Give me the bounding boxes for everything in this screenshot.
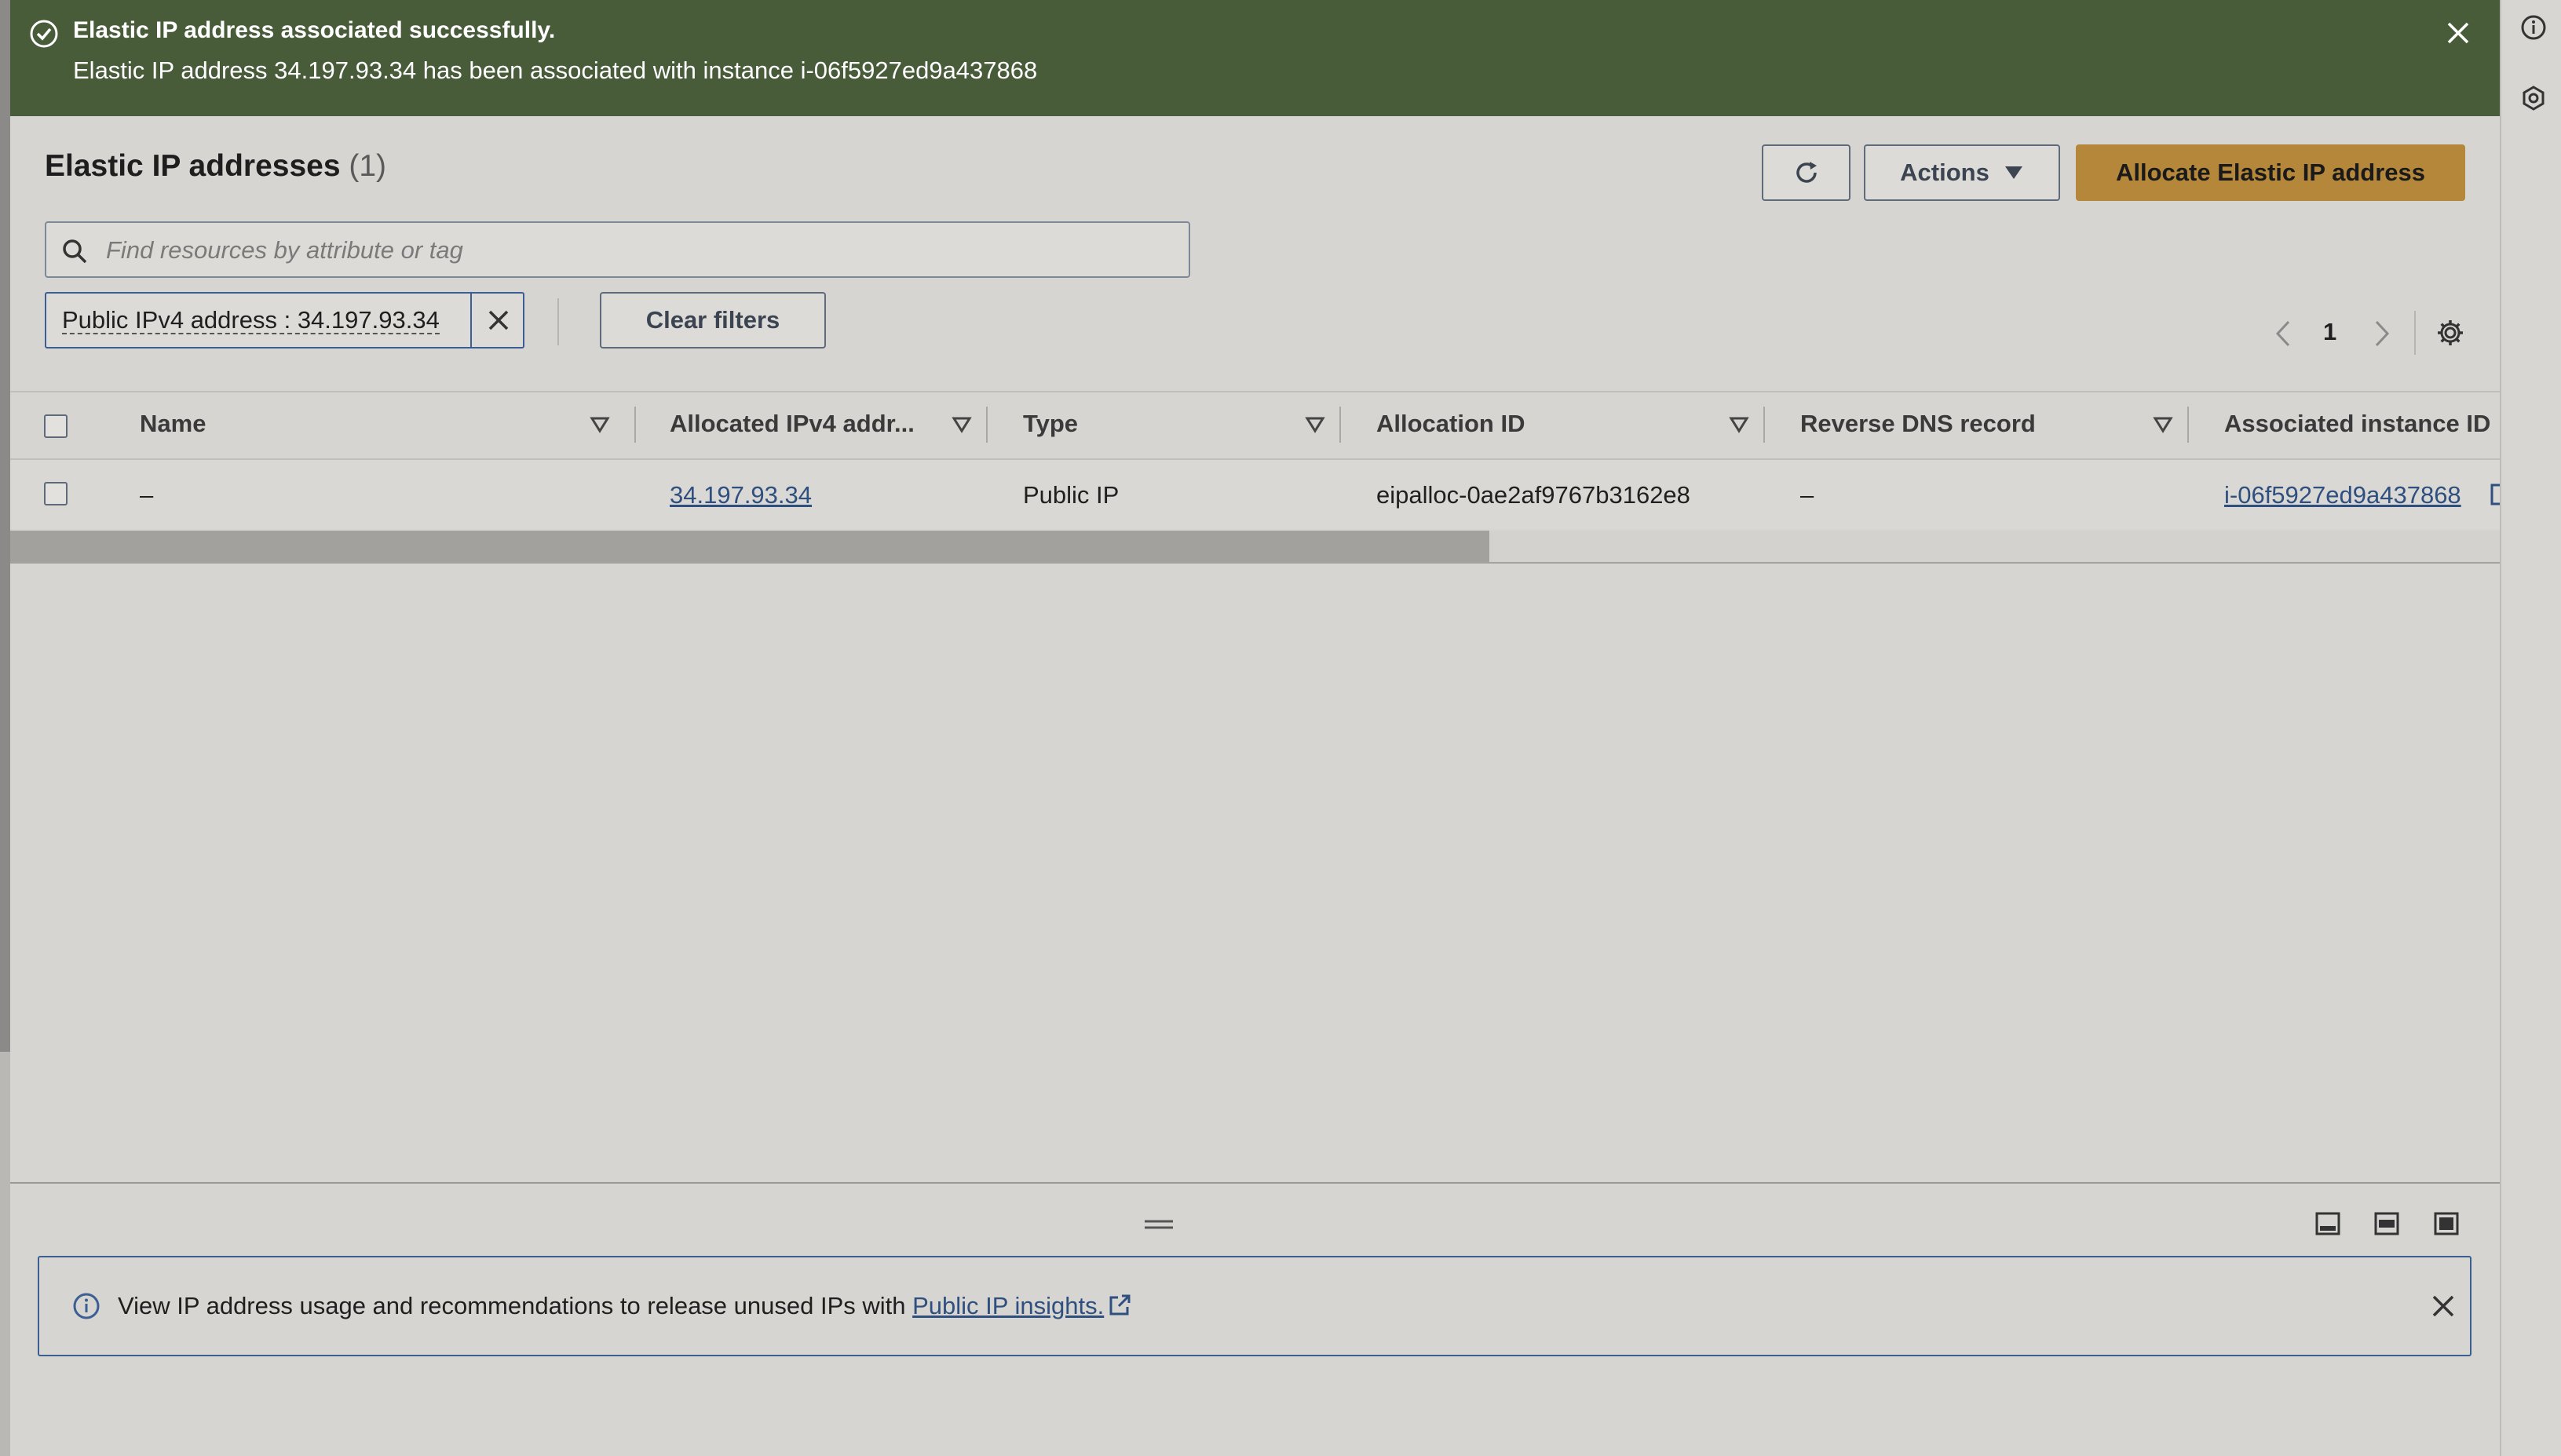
clear-filters-button[interactable]: Clear filters [600,292,826,348]
panel-side-icon[interactable] [2373,1210,2400,1237]
external-link-icon[interactable] [1107,1293,1132,1318]
feedback-rail-icon[interactable] [2520,85,2547,111]
chevron-left-icon[interactable] [2270,319,2296,348]
actions-button[interactable]: Actions [1864,144,2060,201]
filter-token: Public IPv4 address : 34.197.93.34 [45,292,524,348]
table-top-border [10,391,2500,392]
page-number[interactable]: 1 [2323,318,2336,346]
info-alert-message: View IP address usage and recommendation… [118,1292,913,1319]
left-edge-strip [0,0,10,1052]
column-header-type[interactable]: Type [1023,410,1078,438]
table-row[interactable] [10,460,2500,529]
sort-icon[interactable] [952,414,972,435]
column-header-allocation-id[interactable]: Allocation ID [1376,410,1525,438]
column-separator[interactable] [1763,407,1765,443]
chevron-right-icon[interactable] [2369,319,2395,348]
search-bar[interactable] [45,221,1190,278]
sort-icon[interactable] [590,414,610,435]
success-flash-banner: Elastic IP address associated successful… [10,0,2500,116]
resize-handle-icon[interactable] [1143,1217,1175,1232]
row-checkbox[interactable] [44,482,68,505]
close-icon[interactable] [2442,17,2474,49]
column-header-name[interactable]: Name [140,410,206,438]
column-separator[interactable] [2187,407,2189,443]
cell-reverse-dns: – [1800,481,1814,509]
remove-filter-icon[interactable] [483,305,514,336]
check-circle-icon [30,20,58,48]
page-title-text: Elastic IP addresses [45,149,341,183]
cell-type: Public IP [1023,481,1120,509]
flash-message: Elastic IP address 34.197.93.34 has been… [73,57,1038,84]
search-input[interactable] [104,223,1175,278]
split-panel: View IP address usage and recommendation… [10,1184,2500,1456]
cell-instance-id-link[interactable]: i-06f5927ed9a437868 [2224,481,2461,509]
filter-separator [557,298,559,345]
sort-icon[interactable] [1305,414,1325,435]
pagination-separator [2414,311,2416,355]
gear-icon[interactable] [2435,317,2466,348]
main-content: Elastic IP address associated successful… [10,0,2500,1456]
refresh-button[interactable] [1762,144,1850,201]
public-ip-insights-link[interactable]: Public IP insights. [912,1292,1104,1319]
column-separator[interactable] [986,407,988,443]
column-separator[interactable] [1339,407,1341,443]
column-separator[interactable] [634,407,636,443]
page-title: Elastic IP addresses (1) [45,149,386,184]
close-icon[interactable] [2428,1290,2459,1322]
filter-token-label[interactable]: Public IPv4 address : 34.197.93.34 [62,308,440,334]
cell-ipv4-link[interactable]: 34.197.93.34 [670,481,812,509]
scrollbar-thumb[interactable] [10,531,1489,562]
column-header-reverse-dns[interactable]: Reverse DNS record [1800,410,2036,438]
info-alert-text: View IP address usage and recommendation… [118,1292,1132,1320]
flash-title: Elastic IP address associated successful… [73,17,556,43]
search-icon [63,239,87,264]
token-divider [470,294,472,347]
sort-icon[interactable] [1729,414,1749,435]
allocate-elastic-ip-button[interactable]: Allocate Elastic IP address [2076,144,2465,201]
panel-full-icon[interactable] [2433,1210,2460,1237]
column-header-ipv4[interactable]: Allocated IPv4 addr... [670,410,915,438]
panel-bottom-icon[interactable] [2314,1210,2341,1237]
refresh-icon [1796,162,1817,183]
caret-down-icon [2004,166,2022,179]
info-alert: View IP address usage and recommendation… [38,1256,2471,1356]
sort-icon[interactable] [2153,414,2173,435]
cell-allocation-id: eipalloc-0ae2af9767b3162e8 [1376,481,1690,509]
right-tools-rail [2500,0,2561,1456]
info-icon [73,1293,100,1319]
external-link-icon[interactable] [2490,482,2500,507]
actions-label: Actions [1900,159,1989,186]
column-header-instance-id[interactable]: Associated instance ID [2224,410,2490,438]
info-rail-icon[interactable] [2520,14,2547,41]
left-edge-strip-lower [0,1052,10,1456]
cell-name: – [140,481,154,509]
resource-count: (1) [349,149,387,183]
select-all-checkbox[interactable] [44,414,68,438]
